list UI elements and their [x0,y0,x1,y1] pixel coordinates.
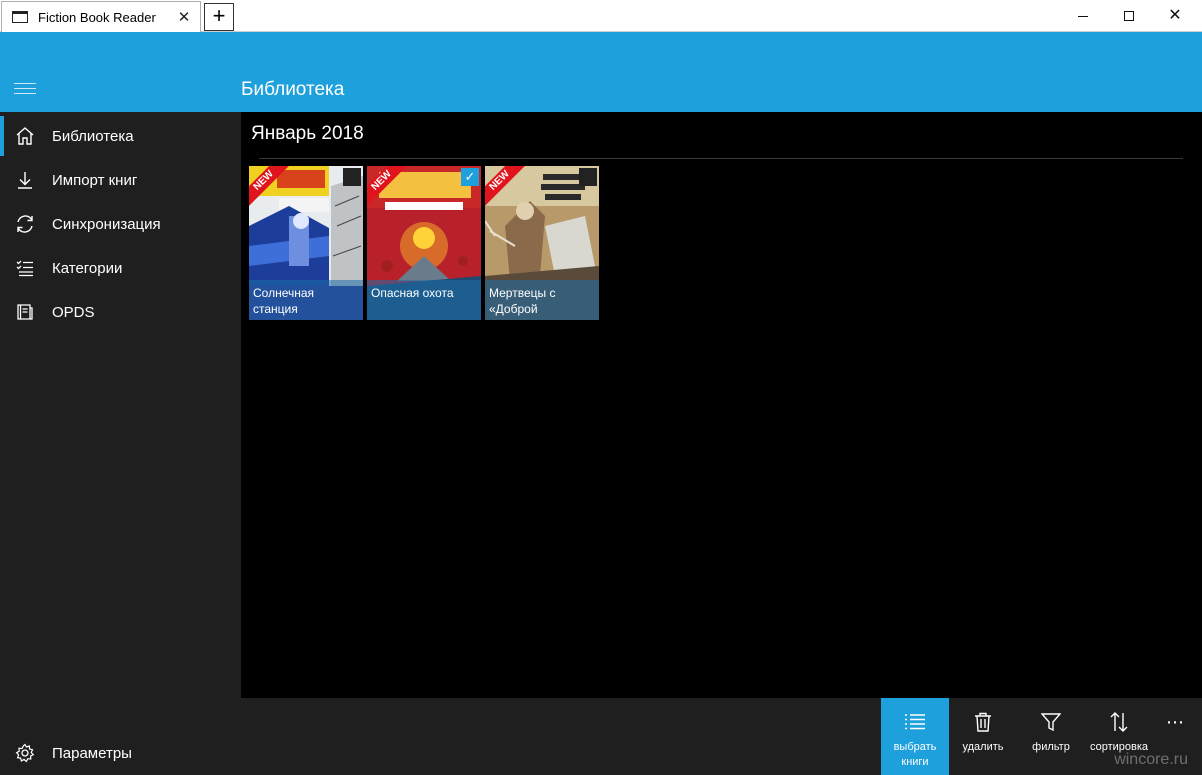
navigation-sidebar: Библиотека Импорт книг Синхронизация Кат… [0,112,241,775]
hamburger-menu-icon[interactable] [14,83,36,95]
window-titlebar: Fiction Book Reader ✕ + ✕ [0,0,1202,32]
filter-icon [1040,711,1062,733]
new-tab-button[interactable]: + [204,3,234,31]
sidebar-item-sync[interactable]: Синхронизация [0,202,241,246]
download-icon [13,168,37,192]
tab-close-icon[interactable]: ✕ [172,8,196,26]
list-icon [904,711,926,733]
minimize-icon [1078,15,1088,17]
group-header: Январь 2018 [251,123,364,144]
home-icon [13,124,37,148]
sidebar-item-categories[interactable]: Категории [0,246,241,290]
sidebar-item-label: OPDS [52,303,95,321]
app-tab[interactable]: Fiction Book Reader ✕ [1,1,201,32]
group-divider [259,158,1183,159]
sidebar-item-label: Категории [52,259,123,277]
select-books-label: выбрать книги [893,741,937,768]
library-content: Январь 2018 NEW Солнечная станция NEW ✓ … [241,112,1202,698]
tab-title: Fiction Book Reader [38,9,156,25]
trash-icon [972,711,994,733]
gear-icon [13,741,37,765]
sidebar-item-label: Синхронизация [52,215,161,233]
book-select-checkbox-checked[interactable]: ✓ [461,168,479,186]
sync-icon [13,212,37,236]
settings-label: Параметры [52,744,132,762]
book-select-checkbox[interactable] [579,168,597,186]
list-check-icon [13,256,37,280]
book-tile[interactable]: NEW Мертвецы с «Доброй надежды» [485,166,599,320]
select-books-button[interactable]: выбрать книги [881,698,949,775]
sidebar-item-import[interactable]: Импорт книг [0,158,241,202]
window-icon [12,11,28,23]
book-select-checkbox[interactable] [343,168,361,186]
book-title: Солнечная станция [249,280,363,320]
delete-button[interactable]: удалить [949,698,1017,775]
maximize-button[interactable] [1106,0,1152,32]
sidebar-item-label: Библиотека [52,127,134,145]
catalog-icon [13,300,37,324]
filter-button[interactable]: фильтр [1017,698,1085,775]
sidebar-item-library[interactable]: Библиотека [0,114,241,158]
sidebar-item-settings[interactable]: Параметры [0,731,241,775]
close-icon: ✕ [1168,7,1182,24]
book-tile[interactable]: NEW ✓ Опасная охота [367,166,481,320]
close-button[interactable]: ✕ [1152,0,1198,32]
watermark: wincore.ru [1114,751,1188,768]
book-title: Мертвецы с «Доброй надежды» [485,280,599,320]
delete-label: удалить [962,741,1004,753]
book-title: Опасная охота [367,280,481,320]
filter-label: фильтр [1032,741,1070,753]
page-title: Библиотека [241,79,345,100]
maximize-icon [1124,11,1134,21]
sidebar-item-label: Импорт книг [52,171,138,189]
book-tile[interactable]: NEW Солнечная станция [249,166,363,320]
more-options-icon[interactable]: ⋯ [1166,712,1185,733]
sort-icon [1108,711,1130,733]
minimize-button[interactable] [1060,0,1106,32]
command-bar: выбрать книги удалить фильтр сортировка … [241,698,1202,775]
sidebar-item-opds[interactable]: OPDS [0,290,241,334]
app-header: Библиотека [0,32,1202,112]
